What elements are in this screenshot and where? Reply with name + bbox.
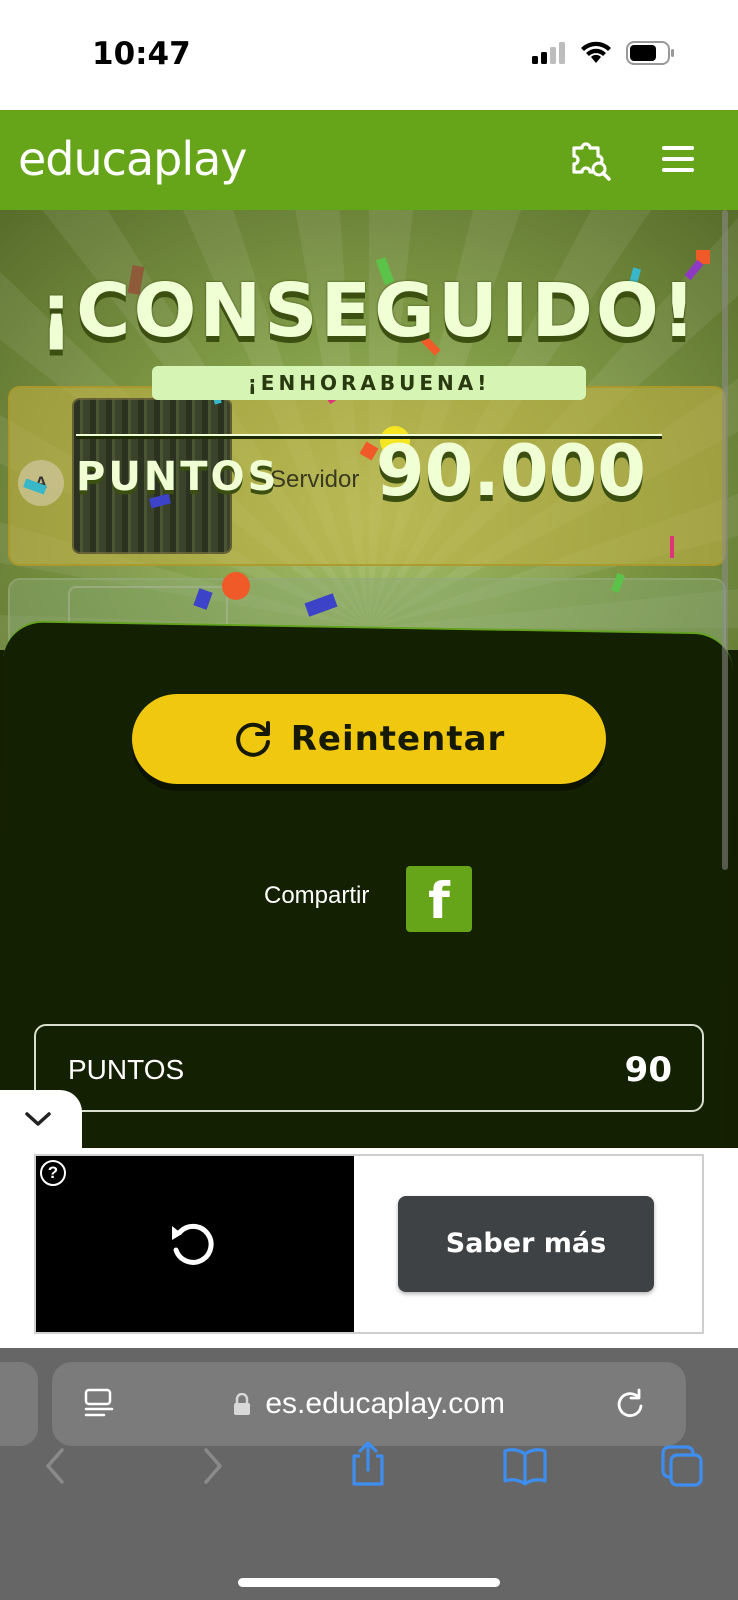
url-text: es.educaplay.com [265,1387,505,1420]
game-area: A Servidor ¡CONSEGUIDO! ¡ENHORABUENA! PU… [0,210,738,1150]
previous-tab-peek[interactable] [0,1362,38,1446]
confetti [670,536,674,558]
answer-text: Servidor [270,466,360,493]
chevron-down-icon [25,1112,51,1126]
facebook-icon: f [428,872,450,930]
ad-video[interactable]: ? [36,1156,354,1332]
result-title: ¡CONSEGUIDO! [39,268,699,354]
address-bar[interactable]: es.educaplay.com [52,1362,686,1446]
ad-collapse-button[interactable] [0,1090,82,1148]
stat-label: PUNTOS [68,1054,185,1085]
status-icons [532,40,676,66]
scrollbar[interactable] [722,210,728,870]
stat-points: PUNTOS 90 [34,1024,704,1112]
url-display[interactable]: es.educaplay.com [52,1362,686,1446]
learn-more-button[interactable]: Saber más [398,1196,654,1292]
retry-label: Reintentar [290,719,506,759]
wifi-icon [581,41,611,63]
status-time: 10:47 [92,36,191,72]
congrats-text: ¡ENHORABUENA! [247,371,491,395]
reload-icon[interactable] [614,1388,646,1420]
lock-icon [234,1392,251,1415]
replay-icon[interactable] [166,1218,220,1272]
retry-icon [235,721,270,757]
ad-help-icon[interactable]: ? [40,1160,66,1186]
puzzle-search-icon[interactable] [568,138,612,182]
ad-banner: ? Saber más [0,1148,738,1348]
retry-button[interactable]: Reintentar [132,694,606,784]
hamburger-menu-icon[interactable] [662,144,694,174]
share-icon[interactable] [348,1440,388,1488]
status-bar: 10:47 [0,0,738,110]
educaplay-logo[interactable]: educaplay [18,132,248,186]
score-label: PUNTOS [76,454,280,500]
app-header: educaplay [0,110,738,210]
cellular-signal-icon [532,42,565,64]
tabs-icon[interactable] [660,1444,704,1488]
back-icon[interactable] [42,1446,68,1486]
bookmarks-icon[interactable] [502,1446,548,1486]
browser-toolbar: es.educaplay.com [0,1348,738,1600]
home-indicator [238,1578,500,1587]
share-row: Compartir f [0,866,738,934]
facebook-share-button[interactable]: f [406,866,472,932]
score-value: 90.000 [375,430,646,512]
stat-value: 90 [624,1050,672,1090]
forward-icon[interactable] [200,1446,226,1486]
ad-frame: ? Saber más [34,1154,704,1334]
share-label: Compartir [264,882,370,909]
congrats-banner: ¡ENHORABUENA! [152,366,586,400]
confetti [222,572,250,600]
battery-icon [626,41,674,65]
